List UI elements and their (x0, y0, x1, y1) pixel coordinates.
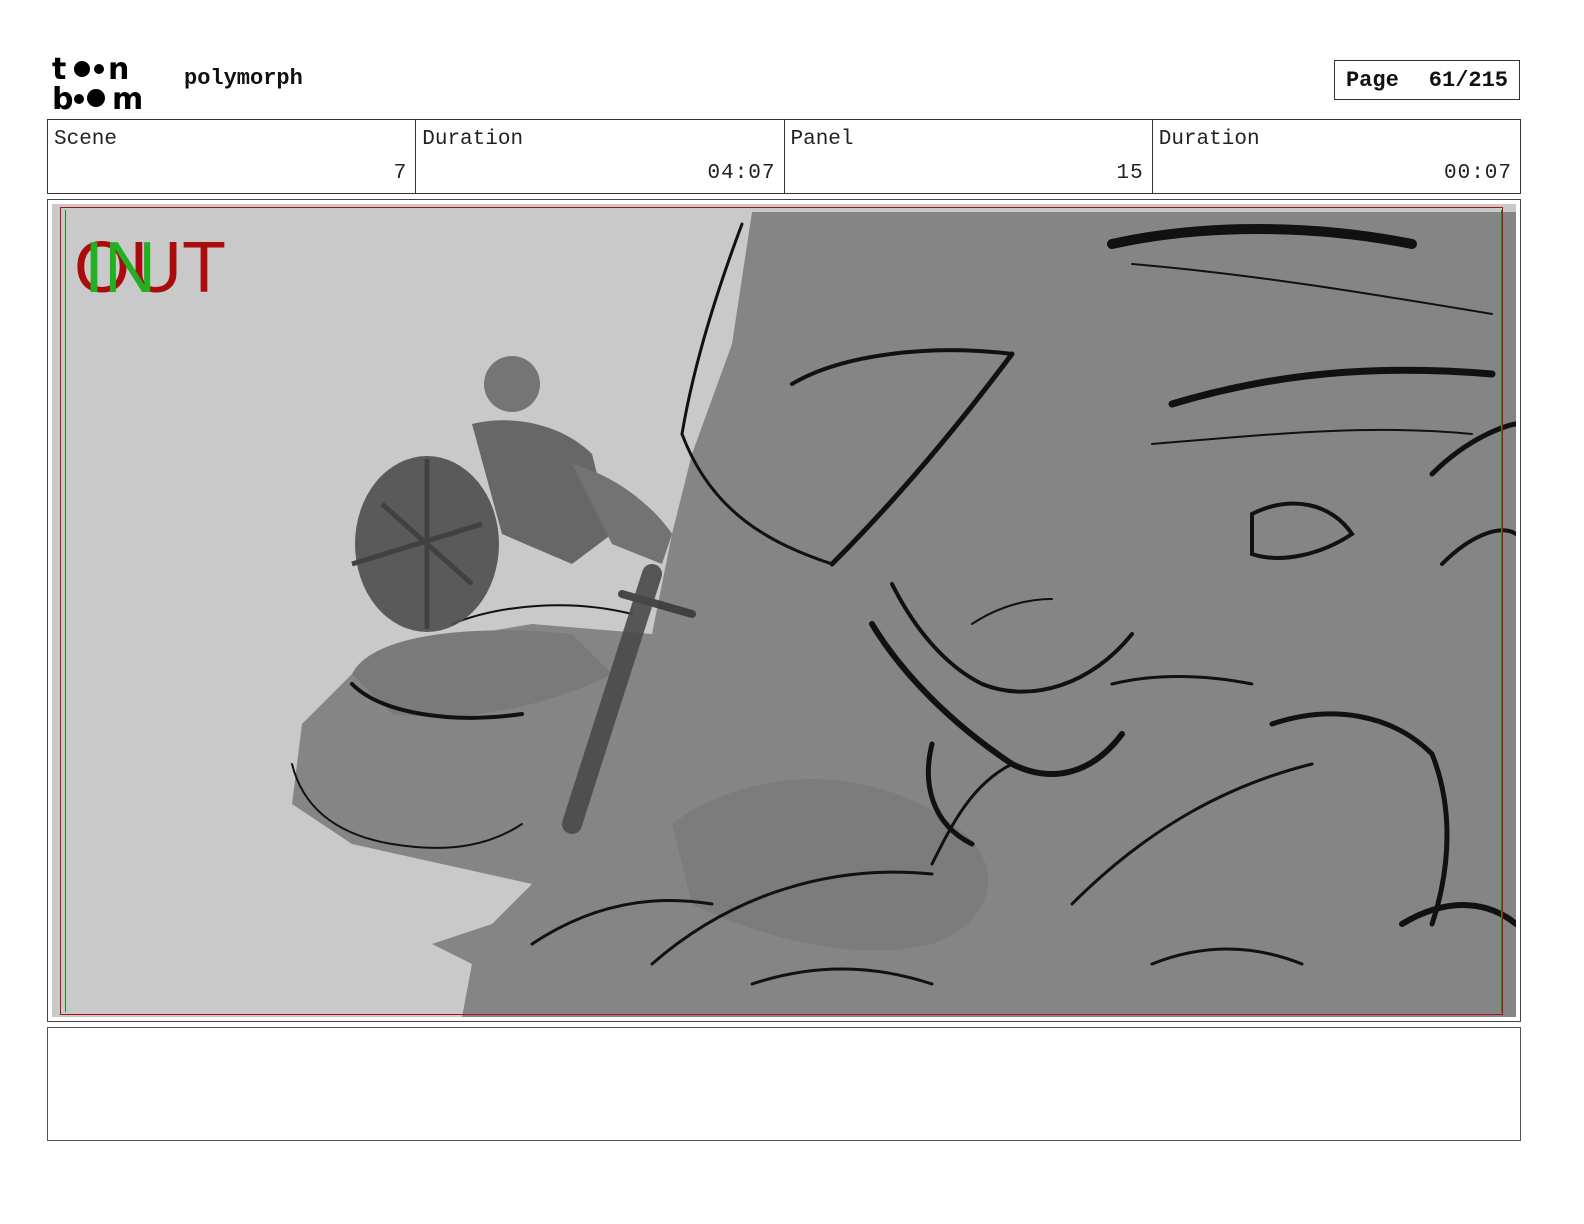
scene-duration-cell: Duration 04:07 (416, 120, 785, 193)
page-indicator: Page 61/215 (1334, 60, 1520, 100)
svg-text:b: b (52, 82, 73, 112)
in-out-marker: OUT IN (74, 232, 226, 304)
panel-duration-value: 00:07 (1443, 162, 1512, 185)
scene-label: Scene (54, 128, 118, 151)
marker-in: IN (84, 228, 156, 308)
panel-duration-cell: Duration 00:07 (1153, 120, 1520, 193)
scene-duration-value: 04:07 (707, 162, 776, 185)
toon-boom-logo: t n b m (52, 52, 143, 112)
page-number: 61/215 (1428, 67, 1509, 93)
panel-info-row: Scene 7 Duration 04:07 Panel 15 Duration… (47, 119, 1521, 194)
panel-value: 15 (1116, 162, 1144, 185)
panel-cell: Panel 15 (785, 120, 1153, 193)
page-label: Page (1345, 67, 1399, 93)
svg-text:m: m (112, 82, 143, 112)
storyboard-panel (47, 199, 1521, 1022)
project-title: polymorph (184, 66, 303, 91)
panel-duration-label: Duration (1158, 128, 1260, 151)
panel-notes-box (47, 1027, 1521, 1141)
panel-label: Panel (790, 128, 854, 151)
storyboard-sketch-image (52, 204, 1516, 1017)
scene-cell: Scene 7 (48, 120, 417, 193)
scene-duration-label: Duration (422, 128, 524, 151)
scene-value: 7 (393, 162, 408, 185)
